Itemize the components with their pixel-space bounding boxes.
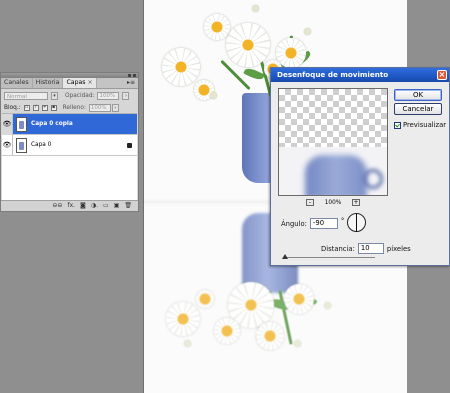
adjustment-icon[interactable]: ◑. — [91, 202, 98, 210]
new-layer-icon[interactable]: ▣ — [114, 202, 120, 210]
tab-capas[interactable]: Capas × — [63, 78, 97, 88]
angle-input[interactable]: -90 — [309, 218, 338, 229]
daisy-reflection — [284, 284, 314, 314]
daisy-reflection — [256, 322, 284, 350]
panel-menu-icon[interactable]: ▸≡ — [127, 79, 135, 86]
blend-mode-select[interactable]: Normal — [4, 91, 48, 100]
angle-row: Ángulo: -90 ° — [281, 217, 345, 229]
tab-capas-label: Capas — [66, 79, 86, 86]
layer-list: 👁 Capa 0 copia 👁 Capa 0 — [2, 113, 137, 200]
fx-icon[interactable]: fx. — [67, 202, 75, 210]
dialog-titlebar[interactable]: Desenfoque de movimiento × — [271, 68, 449, 82]
close-icon[interactable]: × — [437, 70, 447, 80]
zoom-out-button[interactable]: - — [306, 199, 314, 206]
motion-blur-dialog: Desenfoque de movimiento × - 100% + OK C… — [270, 67, 450, 266]
angle-unit: ° — [340, 217, 345, 225]
blend-mode-dropdown-icon[interactable]: ▾ — [51, 91, 58, 100]
daisy-reflection — [214, 318, 240, 344]
zoom-in-button[interactable]: + — [351, 199, 360, 206]
layer-row-capa-0[interactable]: 👁 Capa 0 — [2, 134, 137, 156]
cancel-button[interactable]: Cancelar — [394, 103, 442, 115]
lock-icon — [127, 142, 132, 148]
ok-button[interactable]: OK — [394, 89, 442, 101]
distance-slider-track[interactable] — [283, 257, 375, 258]
lock-transparency-icon[interactable]: ▫ — [23, 105, 30, 111]
layer-thumbnail — [16, 137, 27, 153]
distance-unit: píxeles — [386, 244, 411, 253]
eye-icon[interactable]: 👁 — [2, 134, 13, 156]
preview-blurred-handle — [363, 169, 383, 189]
eye-icon[interactable]: 👁 — [2, 113, 13, 135]
panel-tabs: Canales Historia Capas × ▸≡ — [1, 78, 138, 89]
layers-panel: Canales Historia Capas × ▸≡ Normal ▾ Opac… — [0, 72, 139, 212]
opacity-field[interactable]: 100% — [97, 91, 120, 100]
lock-all-icon[interactable]: ▪ — [50, 105, 57, 111]
layers-bottom-toolbar: ⊖⊖ fx. ◙ ◑. ▭ ▣ 🗑 — [1, 200, 138, 211]
layer-name: Capa 0 — [31, 142, 52, 148]
fill-field[interactable]: 100% — [88, 104, 111, 112]
panel-collapse-icon[interactable] — [128, 74, 131, 77]
daisy-reflection — [196, 290, 214, 308]
angle-dial-needle[interactable] — [356, 214, 357, 232]
distance-input[interactable]: 10 — [357, 243, 384, 254]
lock-pixels-icon[interactable]: / — [32, 105, 39, 111]
mask-icon[interactable]: ◙ — [80, 202, 86, 210]
dialog-title: Desenfoque de movimiento — [277, 70, 389, 79]
fill-label: Relleno: — [62, 105, 86, 111]
lock-label: Bloq.: — [4, 105, 21, 111]
opacity-label: Opacidad: — [65, 92, 95, 99]
angle-label: Ángulo: — [281, 219, 307, 228]
link-icon[interactable]: ⊖⊖ — [52, 202, 62, 210]
blend-row: Normal ▾ Opacidad: 100% › — [1, 89, 138, 102]
panel-close-icon[interactable] — [133, 74, 136, 77]
tab-canales[interactable]: Canales — [1, 78, 33, 88]
layer-thumbnail — [16, 116, 27, 132]
layer-row-capa-0-copia[interactable]: 👁 Capa 0 copia — [2, 113, 137, 135]
zoom-value: 100% — [324, 199, 342, 206]
filter-preview[interactable] — [278, 88, 388, 196]
layer-name: Capa 0 copia — [31, 121, 73, 127]
daisy-reflection — [166, 302, 200, 336]
distance-label: Distancia: — [321, 244, 355, 253]
angle-dial[interactable] — [347, 213, 366, 232]
tab-historia[interactable]: Historia — [32, 78, 64, 88]
opacity-slider-icon[interactable]: › — [122, 91, 130, 100]
distance-slider-thumb[interactable] — [282, 254, 288, 259]
distance-row: Distancia: 10 píxeles — [321, 243, 411, 254]
daisy — [204, 14, 230, 40]
fill-slider-icon[interactable]: › — [111, 104, 119, 112]
group-icon[interactable]: ▭ — [103, 202, 109, 210]
preview-label: Previsualizar — [403, 121, 447, 129]
preview-checkbox[interactable] — [394, 121, 401, 129]
preview-checkbox-row[interactable]: Previsualizar — [394, 121, 446, 129]
tab-close-icon[interactable]: × — [88, 79, 93, 86]
trash-icon[interactable]: 🗑 — [124, 202, 132, 210]
zoom-controls: - 100% + — [278, 199, 388, 206]
preview-blurred-cup — [305, 155, 367, 195]
lock-position-icon[interactable]: + — [41, 105, 48, 111]
